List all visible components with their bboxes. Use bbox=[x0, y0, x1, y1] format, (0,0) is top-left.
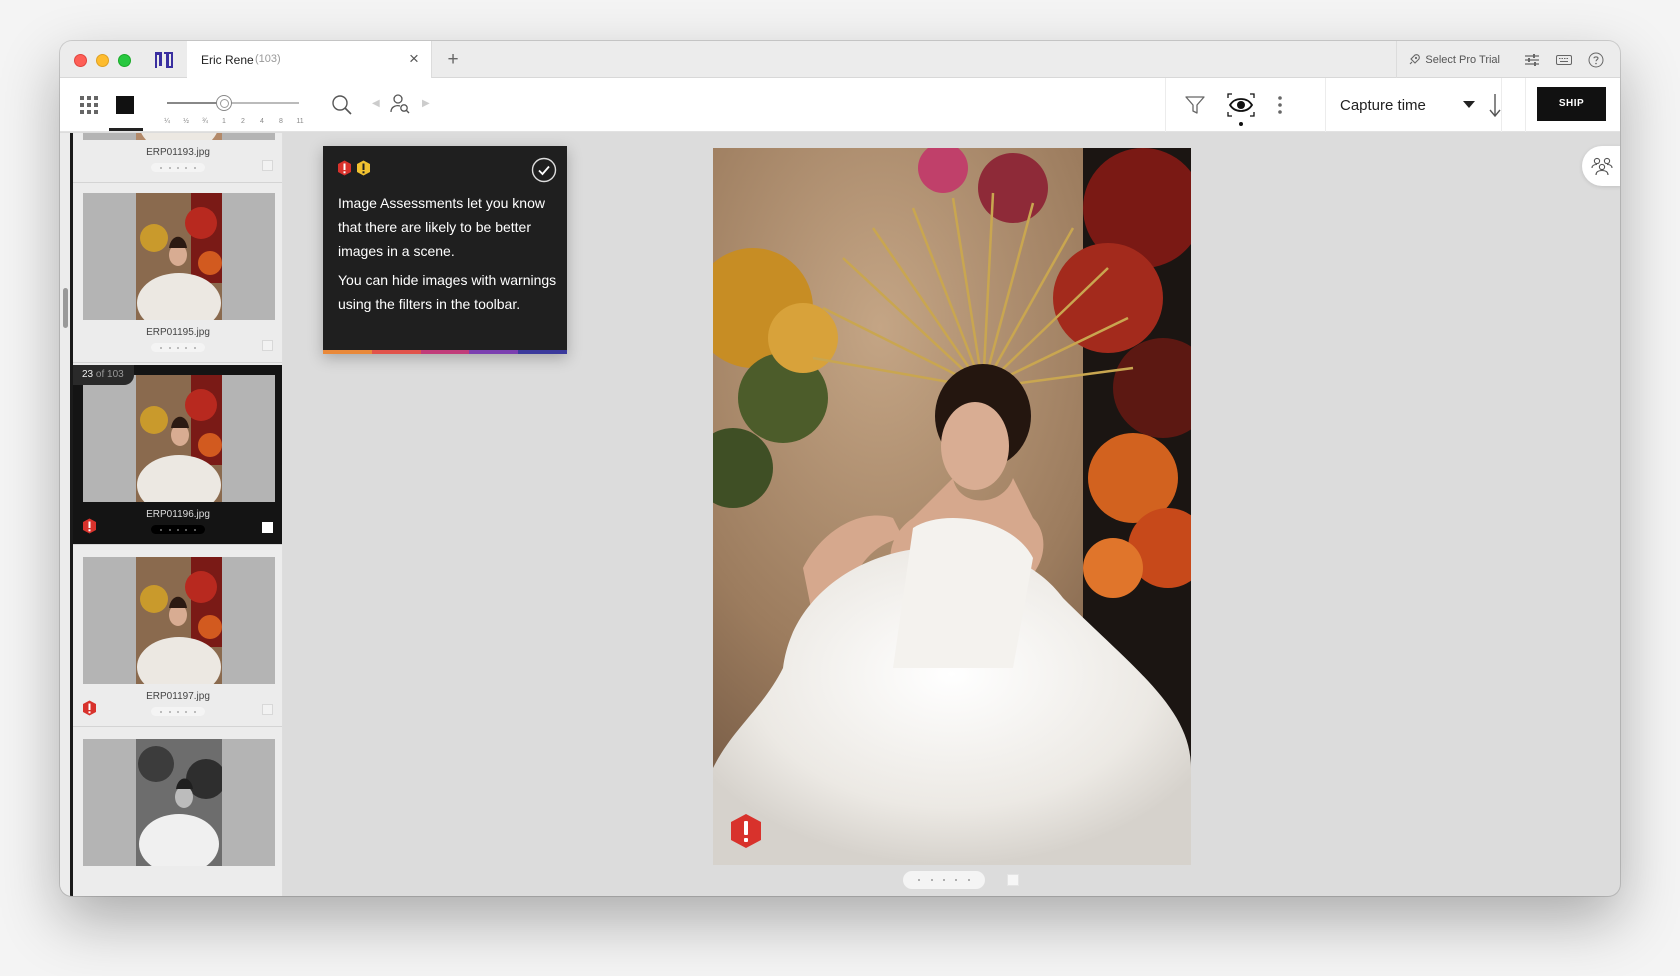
thumbnail-image bbox=[83, 193, 275, 320]
toolbar: ¼ ½ ¾ 1 2 4 8 11 ◀ ▶ Capture time SHIP bbox=[60, 78, 1620, 132]
red-warning-icon bbox=[338, 160, 351, 176]
eye-focus-icon[interactable] bbox=[1227, 92, 1255, 118]
tab-title: Eric Rene bbox=[201, 53, 254, 67]
active-view-indicator bbox=[109, 128, 143, 131]
sliders-icon[interactable] bbox=[1523, 51, 1541, 69]
filter-icon[interactable] bbox=[1184, 94, 1206, 116]
tooltip-text-2: You can hide images with warnings using … bbox=[338, 272, 557, 312]
position-number: 23 bbox=[82, 369, 94, 380]
zoom-tick: ¼ bbox=[164, 118, 170, 125]
app-logo-icon bbox=[153, 49, 175, 71]
search-icon[interactable] bbox=[330, 93, 354, 117]
people-icon[interactable] bbox=[1582, 146, 1620, 186]
filmstrip-item[interactable]: ERP01193.jpg bbox=[73, 133, 282, 183]
zoom-tick: ½ bbox=[183, 118, 189, 125]
image-assessments-tooltip: Image Assessments let you know that ther… bbox=[323, 146, 567, 354]
person-search-icon[interactable] bbox=[388, 92, 412, 116]
dismiss-check-icon[interactable] bbox=[531, 157, 557, 183]
app-window: Eric Rene (103) × + Select Pro Trial ¼ ½… bbox=[60, 41, 1620, 896]
grid-view-icon[interactable] bbox=[78, 94, 100, 116]
zoom-tick: 11 bbox=[296, 118, 304, 125]
pro-trial-label: Select Pro Trial bbox=[1425, 53, 1500, 66]
select-checkbox[interactable] bbox=[1007, 874, 1019, 886]
tab-close-icon[interactable]: × bbox=[405, 50, 423, 68]
zoom-tick: 2 bbox=[241, 118, 245, 125]
title-bar-actions: Select Pro Trial bbox=[1396, 41, 1620, 78]
thumbnail-image bbox=[83, 557, 275, 684]
thumbnail-filename: ERP01193.jpg bbox=[146, 147, 210, 158]
select-checkbox[interactable] bbox=[262, 522, 273, 533]
previous-face-icon[interactable]: ◀ bbox=[372, 98, 382, 112]
filmstrip-sidebar: ERP01193.jpg ERP01195.jpg 23 of 103 ERP0… bbox=[60, 133, 283, 896]
sidebar-scrollbar[interactable] bbox=[63, 288, 68, 328]
filmstrip-item[interactable]: ERP01195.jpg bbox=[73, 183, 282, 363]
warning-icon bbox=[82, 518, 97, 534]
ship-button[interactable]: SHIP bbox=[1537, 87, 1606, 121]
filmstrip-item[interactable] bbox=[73, 729, 282, 896]
yellow-warning-icon bbox=[357, 160, 370, 176]
warning-icon bbox=[82, 700, 97, 716]
rocket-icon bbox=[1410, 53, 1421, 64]
tooltip-color-stripe bbox=[323, 350, 567, 354]
rating-dots[interactable] bbox=[151, 707, 205, 716]
tooltip-text-1: Image Assessments let you know that ther… bbox=[338, 195, 545, 259]
warning-icon[interactable] bbox=[729, 813, 763, 849]
select-checkbox[interactable] bbox=[262, 340, 273, 351]
new-tab-button[interactable]: + bbox=[442, 49, 464, 71]
loupe-view-icon[interactable] bbox=[113, 93, 137, 117]
zoom-tick: 4 bbox=[260, 118, 264, 125]
rating-dots[interactable] bbox=[903, 871, 985, 889]
position-badge: 23 of 103 bbox=[73, 365, 134, 385]
zoom-slider-thumb[interactable] bbox=[216, 95, 232, 111]
zoom-slider[interactable]: ¼ ½ ¾ 1 2 4 8 11 bbox=[164, 92, 305, 128]
thumbnail-filename: ERP01196.jpg bbox=[146, 509, 210, 520]
thumbnail-filename: ERP01197.jpg bbox=[146, 691, 210, 702]
close-window-button[interactable] bbox=[74, 54, 87, 67]
rating-dots[interactable] bbox=[151, 343, 205, 352]
sort-label: Capture time bbox=[1340, 97, 1426, 114]
tab-project[interactable]: Eric Rene (103) × bbox=[187, 41, 432, 79]
active-indicator-dot bbox=[1239, 122, 1243, 126]
select-checkbox[interactable] bbox=[262, 704, 273, 715]
thumbnail-image bbox=[83, 375, 275, 502]
next-face-icon[interactable]: ▶ bbox=[422, 98, 432, 112]
filmstrip-item-selected[interactable]: 23 of 103 ERP01196.jpg bbox=[73, 365, 282, 545]
sort-direction-icon[interactable] bbox=[1487, 90, 1503, 120]
zoom-tick: 1 bbox=[222, 118, 226, 125]
title-bar: Eric Rene (103) × + Select Pro Trial bbox=[60, 41, 1620, 79]
filmstrip-item[interactable]: ERP01197.jpg bbox=[73, 547, 282, 727]
rating-dots[interactable] bbox=[151, 525, 205, 534]
position-of-total: of 103 bbox=[95, 369, 124, 380]
zoom-tick: 8 bbox=[279, 118, 283, 125]
minimize-window-button[interactable] bbox=[96, 54, 109, 67]
keyboard-icon[interactable] bbox=[1555, 51, 1573, 69]
thumbnail-image bbox=[83, 133, 275, 140]
help-icon[interactable] bbox=[1587, 51, 1605, 69]
rating-dots[interactable] bbox=[151, 163, 205, 172]
zoom-tick: ¾ bbox=[202, 118, 208, 125]
pro-trial-button[interactable]: Select Pro Trial bbox=[1407, 53, 1500, 67]
select-checkbox[interactable] bbox=[262, 160, 273, 171]
chevron-down-icon bbox=[1463, 101, 1475, 108]
more-options-icon[interactable] bbox=[1272, 94, 1288, 116]
thumbnail-image bbox=[83, 739, 275, 866]
sort-select[interactable]: Capture time bbox=[1340, 94, 1475, 118]
thumbnail-filename: ERP01195.jpg bbox=[146, 327, 210, 338]
tab-image-count: (103) bbox=[255, 53, 281, 65]
zoom-window-button[interactable] bbox=[118, 54, 131, 67]
main-photo[interactable] bbox=[713, 148, 1191, 865]
